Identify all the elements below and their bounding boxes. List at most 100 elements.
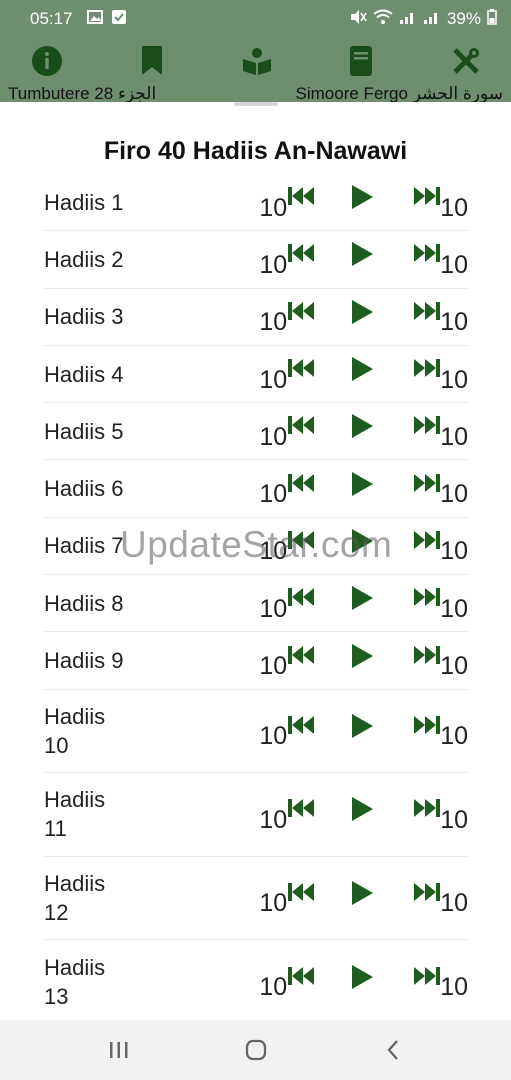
- skip-back-icon[interactable]: [288, 415, 315, 435]
- hadith-name: Hadiis 8: [44, 590, 124, 616]
- hadith-row[interactable]: Hadiis 1 10 10: [44, 174, 468, 232]
- hadith-name: Hadiis 9: [44, 648, 124, 674]
- signal-icon: [399, 9, 417, 30]
- book-icon[interactable]: [344, 44, 378, 78]
- hadith-row[interactable]: Hadiis 11 10 10: [44, 773, 468, 857]
- play-icon[interactable]: [350, 713, 376, 739]
- tools-icon[interactable]: [449, 44, 483, 78]
- skip-back-icon[interactable]: [288, 645, 315, 665]
- system-nav-bar: [0, 1020, 511, 1080]
- skip-back-icon[interactable]: [288, 587, 315, 607]
- hadith-name: Hadiis 6: [44, 476, 124, 502]
- playback-controls: 10 10: [259, 713, 468, 750]
- recent-apps-icon[interactable]: [99, 1030, 139, 1070]
- forward-seconds: 10: [440, 365, 468, 394]
- play-icon[interactable]: [350, 880, 376, 906]
- forward-seconds: 10: [440, 594, 468, 623]
- skip-forward-icon[interactable]: [414, 530, 441, 550]
- skip-back-icon[interactable]: [288, 301, 315, 321]
- info-icon[interactable]: [30, 44, 64, 78]
- mute-icon: [349, 9, 367, 30]
- status-time: 05:17: [30, 9, 73, 28]
- surah-label[interactable]: Simoore Fergo سورة الحشر: [296, 84, 503, 102]
- hadith-row[interactable]: Hadiis 5 10 10: [44, 403, 468, 461]
- forward-seconds: 10: [440, 193, 468, 222]
- rewind-seconds: 10: [259, 250, 288, 279]
- wifi-icon: [373, 9, 393, 30]
- watermark: UpdateStar.com: [120, 524, 393, 565]
- rewind-seconds: 10: [259, 480, 288, 509]
- hadith-name: Hadiis 3: [44, 304, 124, 330]
- hadith-row[interactable]: Hadiis 4 10 10: [44, 346, 468, 404]
- juz-label[interactable]: Tumbutere 28 الجزء: [8, 84, 156, 102]
- hadith-row[interactable]: Hadiis 12 10 10: [44, 857, 468, 941]
- forward-seconds: 10: [440, 480, 468, 509]
- hadith-row[interactable]: Hadiis 3 10 10: [44, 289, 468, 346]
- hadith-name: Hadiis 4: [44, 361, 124, 387]
- skip-back-icon[interactable]: [288, 882, 315, 902]
- play-icon[interactable]: [350, 585, 376, 611]
- rewind-seconds: 10: [259, 889, 288, 918]
- play-icon[interactable]: [350, 299, 376, 325]
- play-icon[interactable]: [350, 796, 376, 822]
- play-icon[interactable]: [350, 184, 376, 210]
- skip-forward-icon[interactable]: [414, 243, 441, 263]
- skip-back-icon[interactable]: [288, 966, 315, 986]
- skip-forward-icon[interactable]: [414, 186, 441, 206]
- back-icon[interactable]: [373, 1030, 413, 1070]
- skip-forward-icon[interactable]: [414, 358, 441, 378]
- hadith-name: Hadiis 1: [44, 189, 124, 215]
- reader-icon[interactable]: [240, 44, 274, 78]
- hadith-name: Hadiis 12: [44, 870, 106, 925]
- play-icon[interactable]: [350, 241, 376, 267]
- forward-seconds: 10: [440, 722, 468, 751]
- playback-controls: 10 10: [259, 185, 468, 222]
- skip-forward-icon[interactable]: [414, 798, 441, 818]
- forward-seconds: 10: [440, 308, 468, 337]
- home-icon[interactable]: [236, 1030, 276, 1070]
- hadith-row[interactable]: Hadiis 2 10 10: [44, 231, 468, 289]
- status-bar: 05:17 39%: [0, 0, 511, 38]
- skip-forward-icon[interactable]: [414, 966, 441, 986]
- skip-forward-icon[interactable]: [414, 473, 441, 493]
- play-icon[interactable]: [350, 413, 376, 439]
- skip-forward-icon[interactable]: [414, 587, 441, 607]
- rewind-seconds: 10: [259, 652, 288, 681]
- skip-back-icon[interactable]: [288, 715, 315, 735]
- skip-back-icon[interactable]: [288, 186, 315, 206]
- rewind-seconds: 10: [259, 422, 288, 451]
- hadith-row[interactable]: Hadiis 10 10 10: [44, 690, 468, 774]
- battery-icon: [487, 8, 497, 30]
- hadith-row[interactable]: Hadiis 9 10 10: [44, 632, 468, 690]
- skip-forward-icon[interactable]: [414, 301, 441, 321]
- play-icon[interactable]: [350, 356, 376, 382]
- forward-seconds: 10: [440, 805, 468, 834]
- skip-back-icon[interactable]: [288, 473, 315, 493]
- hadith-row[interactable]: Hadiis 13 10 10: [44, 940, 468, 1020]
- skip-forward-icon[interactable]: [414, 645, 441, 665]
- rewind-seconds: 10: [259, 973, 288, 1002]
- skip-forward-icon[interactable]: [414, 415, 441, 435]
- hadith-row[interactable]: Hadiis 6 10 10: [44, 460, 468, 518]
- rewind-seconds: 10: [259, 722, 288, 751]
- signal-2-icon: [423, 9, 441, 30]
- check-notification-icon: [111, 9, 127, 30]
- hadith-row[interactable]: Hadiis 8 10 10: [44, 575, 468, 633]
- bookmark-icon[interactable]: [135, 44, 169, 78]
- forward-seconds: 10: [440, 250, 468, 279]
- skip-back-icon[interactable]: [288, 358, 315, 378]
- hadith-name: Hadiis 2: [44, 246, 124, 272]
- gallery-icon: [86, 9, 103, 29]
- rewind-seconds: 10: [259, 805, 288, 834]
- sheet-drag-handle[interactable]: [234, 102, 278, 106]
- play-icon[interactable]: [350, 471, 376, 497]
- forward-seconds: 10: [440, 537, 468, 566]
- skip-forward-icon[interactable]: [414, 715, 441, 735]
- skip-forward-icon[interactable]: [414, 882, 441, 902]
- play-icon[interactable]: [350, 643, 376, 669]
- play-icon[interactable]: [350, 964, 376, 990]
- playback-controls: 10 10: [259, 357, 468, 394]
- skip-back-icon[interactable]: [288, 798, 315, 818]
- playback-controls: 10 10: [259, 964, 468, 1001]
- skip-back-icon[interactable]: [288, 243, 315, 263]
